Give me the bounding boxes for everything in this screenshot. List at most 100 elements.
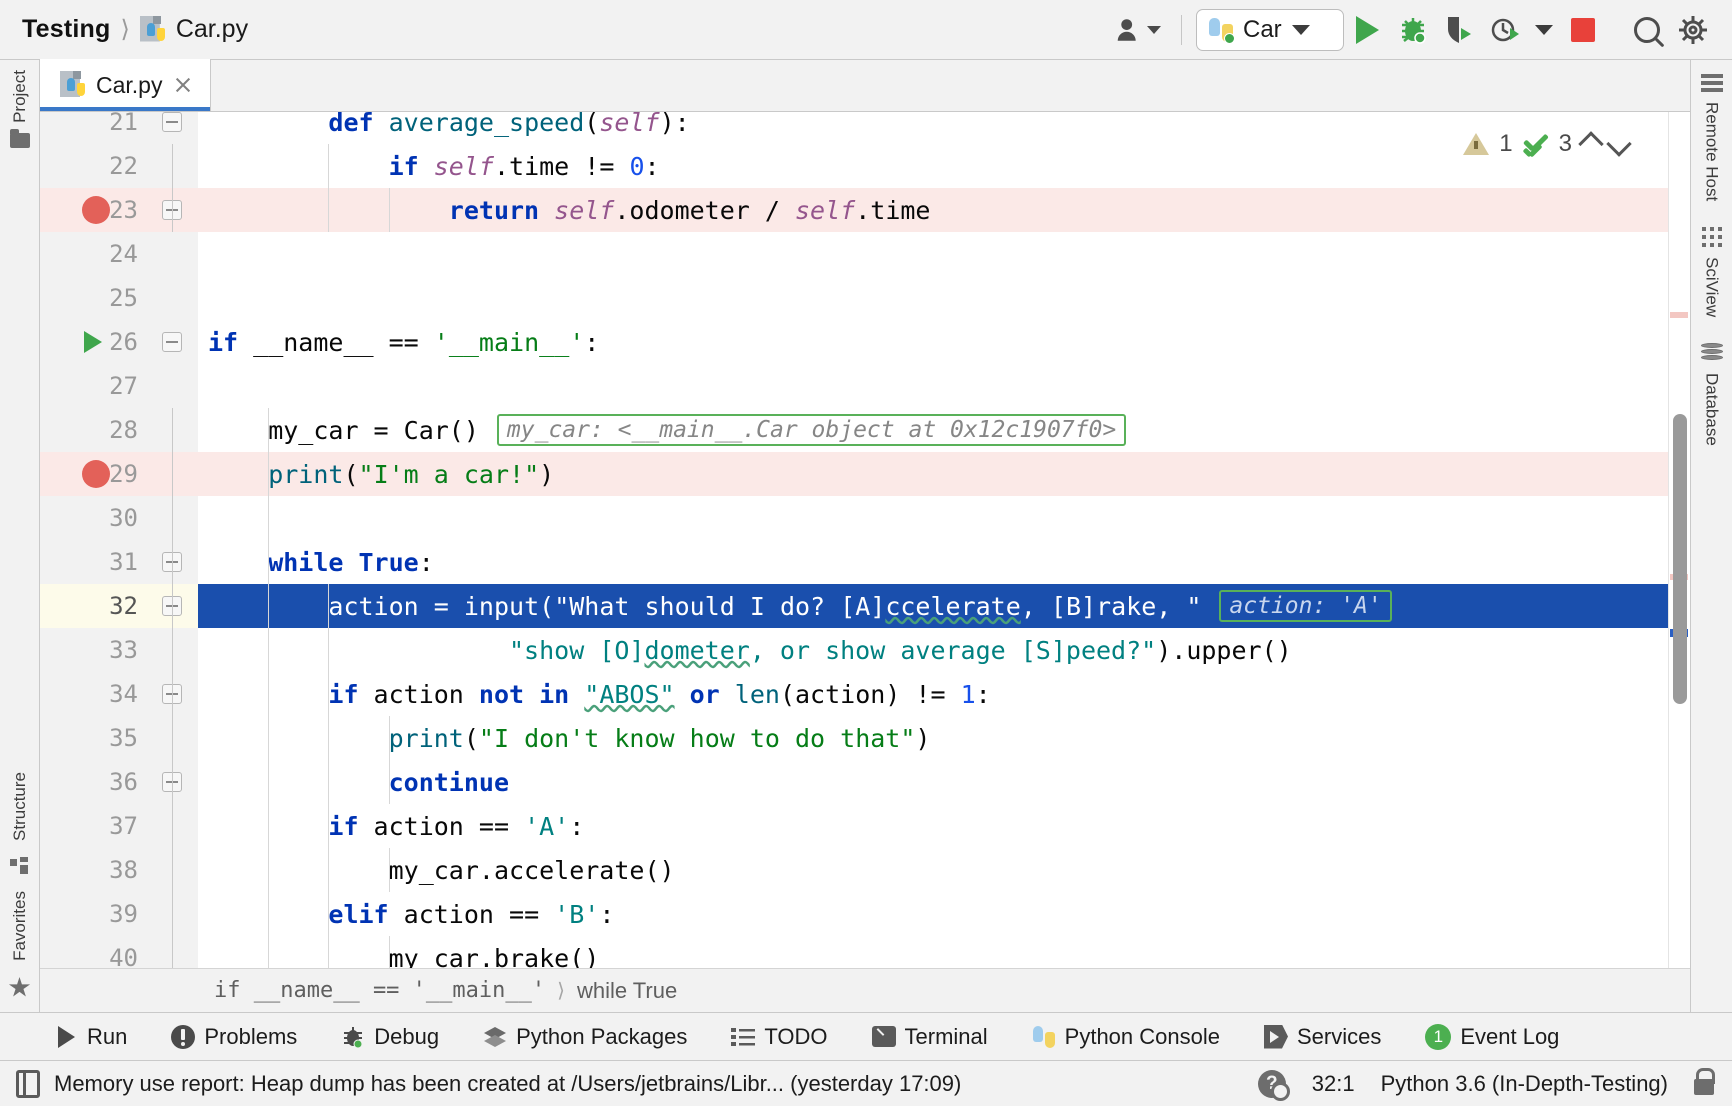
line-number: 27 xyxy=(40,364,154,408)
code-line[interactable]: "show [O]dometer, or show average [S]pee… xyxy=(198,628,1690,672)
tool-tab-todo[interactable]: TODO xyxy=(731,1024,849,1050)
code-token: (action) != xyxy=(780,680,961,709)
sidebar-item-label: Favorites xyxy=(10,891,30,961)
pycharm-window: Testing ⟩ Car.py Car xyxy=(0,0,1732,1106)
line-number: 40 xyxy=(40,936,154,968)
interpreter-label[interactable]: Python 3.6 (In-Depth-Testing) xyxy=(1381,1071,1668,1097)
code-line[interactable]: elif action == 'B': xyxy=(198,892,1690,936)
code-line[interactable]: continue xyxy=(198,760,1690,804)
code-text[interactable]: def average_speed(self):if self.time != … xyxy=(198,112,1690,968)
checkmark-icon xyxy=(1523,133,1549,155)
fold-toggle-icon[interactable] xyxy=(162,112,182,132)
sidebar-item-remote-host[interactable]: Remote Host xyxy=(1702,102,1722,201)
breadcrumb-separator-icon: ⟩ xyxy=(120,15,129,44)
run-configuration-name: Car xyxy=(1243,16,1282,44)
inspection-widget[interactable]: 1 3 xyxy=(1463,130,1628,158)
unlocked-icon[interactable] xyxy=(1694,1079,1714,1095)
breadcrumb-scope-2[interactable]: while True xyxy=(577,978,677,1004)
code-line[interactable] xyxy=(198,276,1690,320)
run-button[interactable] xyxy=(1344,7,1390,53)
run-gutter-icon[interactable] xyxy=(84,331,102,353)
code-line[interactable]: if __name__ == '__main__': xyxy=(198,320,1690,364)
sidebar-item-label: Project xyxy=(10,70,30,123)
code-token: () xyxy=(1262,636,1292,665)
problems-icon xyxy=(171,1025,195,1049)
breakpoint-icon[interactable] xyxy=(82,460,110,488)
code-line[interactable]: print("I don't know how to do that") xyxy=(198,716,1690,760)
inline-debug-value[interactable]: my_car: <__main__.Car object at 0x12c190… xyxy=(497,414,1126,446)
run-configuration-selector[interactable]: Car xyxy=(1196,9,1344,51)
stop-button[interactable] xyxy=(1560,7,1606,53)
tool-tab-services[interactable]: Services xyxy=(1264,1024,1403,1050)
memory-report-icon[interactable] xyxy=(16,1070,40,1098)
sidebar-item-favorites[interactable]: Favorites xyxy=(10,891,30,961)
code-line[interactable]: while True: xyxy=(198,540,1690,584)
code-token: : xyxy=(976,680,991,709)
code-token: action = xyxy=(328,592,463,621)
code-line[interactable]: my_car.accelerate() xyxy=(198,848,1690,892)
code-token: return xyxy=(449,196,554,225)
fold-toggle-icon[interactable] xyxy=(162,332,182,352)
editor-scrollbar[interactable] xyxy=(1668,112,1690,968)
sidebar-item-project[interactable]: Project xyxy=(10,70,30,123)
tool-window-tabs: Run Problems Debug Python Packages TODO Termi… xyxy=(0,1012,1732,1060)
code-line[interactable]: if action == 'A': xyxy=(198,804,1690,848)
inspection-level-icon[interactable]: ? xyxy=(1258,1070,1286,1098)
code-line[interactable]: my_car = Car()my_car: <__main__.Car obje… xyxy=(198,408,1690,452)
indent-guide xyxy=(389,716,390,804)
sidebar-item-structure[interactable]: Structure xyxy=(10,772,30,841)
line-number: 24 xyxy=(40,232,154,276)
inline-debug-value[interactable]: action: 'A' xyxy=(1219,590,1391,622)
code-line[interactable]: action = input("What should I do? [A]cce… xyxy=(198,584,1690,628)
sidebar-item-database[interactable]: Database xyxy=(1702,373,1722,446)
editor-gutter[interactable]: 2122232425262728293031323334353637383940 xyxy=(40,112,154,968)
tool-tab-python-console[interactable]: Python Console xyxy=(1032,1024,1242,1050)
code-token: self xyxy=(599,112,659,137)
code-token: not in xyxy=(479,680,584,709)
code-editor[interactable]: 2122232425262728293031323334353637383940… xyxy=(40,112,1690,968)
profile-button[interactable] xyxy=(1482,7,1528,53)
breadcrumb-project[interactable]: Testing xyxy=(22,15,110,44)
code-token: : xyxy=(569,812,584,841)
tool-tab-event-log[interactable]: 1Event Log xyxy=(1425,1024,1581,1050)
code-line[interactable] xyxy=(198,232,1690,276)
run-with-coverage-button[interactable] xyxy=(1436,7,1482,53)
code-token: def xyxy=(328,112,388,137)
code-line[interactable] xyxy=(198,496,1690,540)
code-line[interactable]: my_car.brake() xyxy=(198,936,1690,968)
code-token: "ABOS" xyxy=(584,680,674,709)
code-token: ( xyxy=(464,724,479,753)
code-token: if xyxy=(328,680,373,709)
code-line[interactable]: return self.odometer / self.time xyxy=(198,188,1690,232)
previous-problem-icon[interactable] xyxy=(1578,131,1603,156)
tool-tab-python-packages[interactable]: Python Packages xyxy=(483,1024,709,1050)
scrollbar-thumb[interactable] xyxy=(1673,414,1687,704)
code-line[interactable] xyxy=(198,364,1690,408)
sidebar-item-sciview[interactable]: SciView xyxy=(1702,257,1722,317)
close-icon[interactable] xyxy=(172,74,194,96)
breadcrumb-file[interactable]: Car.py xyxy=(176,15,248,44)
debug-button[interactable] xyxy=(1390,7,1436,53)
next-problem-icon[interactable] xyxy=(1606,131,1631,156)
status-message[interactable]: Memory use report: Heap dump has been cr… xyxy=(54,1071,961,1097)
code-line[interactable]: if action not in "ABOS" or len(action) !… xyxy=(198,672,1690,716)
tool-tab-debug[interactable]: Debug xyxy=(341,1024,461,1050)
gear-icon[interactable] xyxy=(1670,7,1716,53)
editor-area: Car.py 212223242526272829303132333435363… xyxy=(40,60,1690,1012)
code-line[interactable]: print("I'm a car!") xyxy=(198,452,1690,496)
search-icon[interactable] xyxy=(1624,7,1670,53)
profile-dropdown-icon[interactable] xyxy=(1528,7,1560,53)
tool-tab-problems[interactable]: Problems xyxy=(171,1024,319,1050)
breadcrumb-scope-1[interactable]: if __name__ == '__main__' xyxy=(214,978,545,1003)
tool-tab-run[interactable]: Run xyxy=(54,1024,149,1050)
code-token: 0 xyxy=(629,152,644,181)
code-token: input xyxy=(464,592,539,621)
tool-tab-terminal[interactable]: Terminal xyxy=(872,1024,1010,1050)
python-icon xyxy=(1209,18,1233,42)
caret-position[interactable]: 32:1 xyxy=(1312,1071,1355,1097)
fold-strip[interactable] xyxy=(154,112,198,968)
line-number: 36 xyxy=(40,760,154,804)
breakpoint-icon[interactable] xyxy=(82,196,110,224)
user-avatar-icon[interactable] xyxy=(1115,13,1161,47)
editor-tab-car-py[interactable]: Car.py xyxy=(40,59,211,111)
